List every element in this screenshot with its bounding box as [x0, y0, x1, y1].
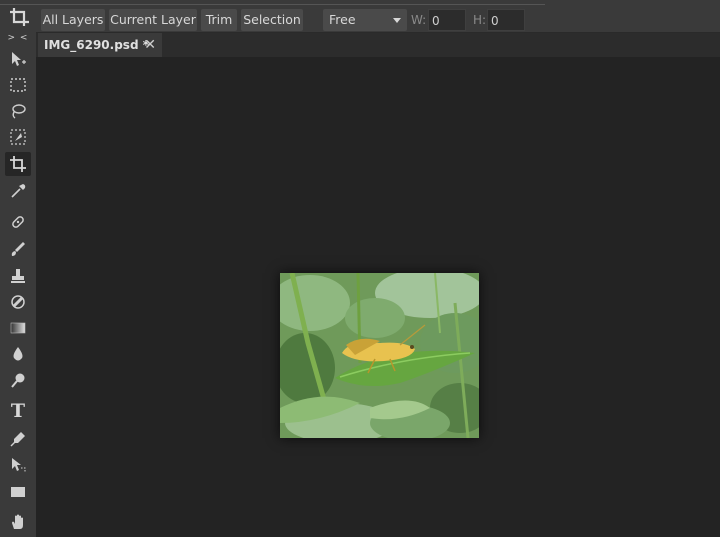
grasshopper-photo [280, 273, 479, 438]
document-canvas-image[interactable] [280, 273, 479, 438]
marquee-tool-icon[interactable] [5, 73, 31, 97]
close-icon[interactable]: ✕ [144, 33, 156, 57]
height-input[interactable]: 0 [487, 9, 525, 31]
path-select-tool-icon[interactable] [5, 453, 31, 477]
quick-select-tool-icon[interactable] [5, 125, 31, 149]
eyedropper-tool-icon[interactable] [5, 179, 31, 203]
chevron-down-icon [393, 18, 401, 23]
gradient-tool-icon[interactable] [5, 316, 31, 340]
dodge-tool-icon[interactable] [5, 369, 31, 393]
crop-tool-icon[interactable] [5, 152, 31, 176]
ratio-select[interactable]: Free [323, 9, 407, 31]
healing-brush-tool-icon[interactable] [5, 210, 31, 234]
type-tool-glyph: T [10, 400, 26, 422]
pen-tool-icon[interactable] [5, 427, 31, 451]
shape-tool-icon[interactable] [5, 480, 31, 504]
eraser-tool-icon[interactable] [5, 290, 31, 314]
width-input[interactable]: 0 [428, 9, 466, 31]
document-tabs: IMG_6290.psd * ✕ [36, 33, 720, 57]
tools-panel: > < T [0, 32, 36, 537]
clone-stamp-tool-icon[interactable] [5, 264, 31, 288]
ratio-select-value: Free [329, 12, 356, 27]
brush-tool-icon[interactable] [5, 237, 31, 261]
collapse-toolbar-button[interactable]: > < [0, 33, 36, 43]
width-label: W: [411, 13, 427, 27]
trim-button[interactable]: Trim [201, 9, 237, 31]
document-tab[interactable]: IMG_6290.psd * ✕ [38, 33, 162, 57]
selection-button[interactable]: Selection [241, 9, 303, 31]
height-label: H: [473, 13, 487, 27]
document-tab-title: IMG_6290.psd * [44, 38, 149, 52]
type-tool-icon[interactable]: T [5, 399, 31, 423]
all-layers-button[interactable]: All Layers [41, 9, 105, 31]
move-tool-icon[interactable] [5, 47, 31, 71]
crop-tool-icon[interactable] [8, 6, 32, 28]
options-bar: All Layers Current Layer Trim Selection … [0, 0, 720, 33]
blur-tool-icon[interactable] [5, 342, 31, 366]
hand-tool-icon[interactable] [5, 510, 31, 534]
top-divider [0, 0, 545, 5]
current-layer-button[interactable]: Current Layer [109, 9, 197, 31]
lasso-tool-icon[interactable] [5, 99, 31, 123]
